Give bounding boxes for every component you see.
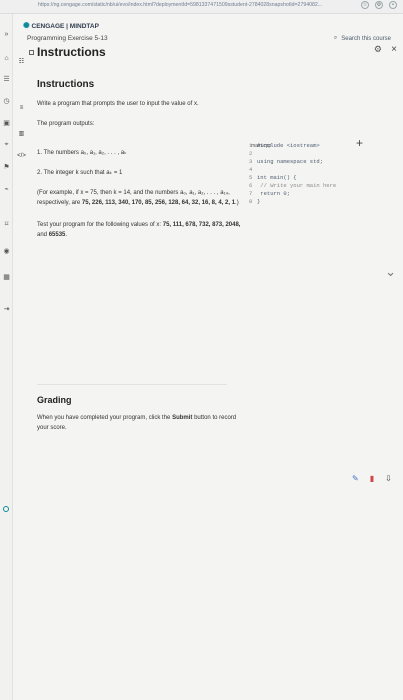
- example-line: (For example, if x = 75, then k = 14, an…: [37, 190, 230, 196]
- editor-actions: ✎ ▮ ⇩: [352, 474, 392, 483]
- cengage-star-icon: ✺: [23, 21, 30, 30]
- section-title: Instructions: [37, 79, 95, 90]
- star-icon[interactable]: ☆: [361, 1, 369, 9]
- document-icon: [29, 50, 34, 55]
- pencil-icon[interactable]: ✎: [352, 474, 359, 483]
- code-line: 8}: [249, 198, 261, 205]
- outputs-text: The program outputs:: [37, 121, 95, 127]
- error-icon[interactable]: ▮: [370, 474, 374, 483]
- arrow-icon[interactable]: ⇥: [2, 304, 11, 313]
- close-icon[interactable]: ×: [391, 44, 397, 55]
- code-line: 1 #include <iostream>: [249, 142, 320, 149]
- activity-tabs: ☷ ≡ ▥ </>: [15, 47, 29, 477]
- account-icon[interactable]: •: [389, 1, 397, 9]
- code-line: 4: [249, 166, 253, 173]
- code-line: 2: [249, 150, 253, 157]
- book-icon[interactable]: ▣: [2, 118, 11, 127]
- tab-chart-icon[interactable]: ▥: [15, 127, 28, 139]
- code-editor[interactable]: 1 #include <iostream> 2 3 using namespace …: [249, 142, 397, 205]
- code-line: 3 using namespace std;: [249, 158, 324, 165]
- example-line: respectively, are 75, 226, 113, 340, 170…: [37, 200, 239, 206]
- flag-icon[interactable]: ⚑: [2, 162, 11, 171]
- home-icon[interactable]: ⌂: [2, 54, 11, 63]
- bookmark-icon[interactable]: ⌑: [2, 219, 11, 228]
- tab-menu-icon[interactable]: ≡: [15, 102, 28, 114]
- browser-actions: ☆ ⚙ •: [361, 1, 397, 9]
- settings-icon[interactable]: ⚙: [375, 1, 383, 9]
- program-title: Programming Exercise 5-13: [27, 35, 108, 42]
- search-icon: ⌕: [333, 35, 338, 41]
- lock-icon[interactable]: ⌁: [2, 184, 11, 193]
- pin-icon[interactable]: ⌖: [2, 140, 11, 149]
- brand-logo[interactable]: ✺ CENGAGE | MINDTAP: [23, 21, 99, 30]
- code-line: 5 int main() {: [249, 174, 297, 181]
- address-bar[interactable]: https://ng.cengage.com/static/nb/ui/evo/…: [38, 2, 322, 8]
- grading-title: Grading: [37, 395, 72, 405]
- info-icon[interactable]: ◉: [2, 246, 11, 255]
- tab-instructions-icon[interactable]: ☷: [15, 55, 28, 67]
- status-dot-icon: [3, 506, 9, 512]
- search-link[interactable]: ⌕ Search this course: [334, 35, 391, 42]
- section-divider: [37, 384, 227, 385]
- clock-icon[interactable]: ◷: [2, 96, 11, 105]
- page-title: Instructions: [37, 45, 106, 59]
- list-item: 1. The numbers a₀, a₁, a₂, . . . , aₖ: [37, 150, 127, 156]
- download-icon[interactable]: ⇩: [385, 474, 392, 483]
- code-line: 7 return 0;: [249, 190, 291, 197]
- left-rail: » ⌂ ☰ ◷ ▣ ⌖ ⚑ ⌁ ⌑ ◉ ▦ ⇥: [0, 14, 13, 700]
- list-item: 2. The integer k such that aₖ = 1: [37, 170, 123, 176]
- chevron-right-icon[interactable]: »: [2, 30, 11, 39]
- gear-icon[interactable]: ⚙: [374, 44, 382, 55]
- intro-text: Write a program that prompts the user to…: [37, 101, 199, 107]
- tab-code-icon[interactable]: </>: [15, 150, 28, 162]
- grid-icon[interactable]: ▦: [2, 272, 11, 281]
- browser-bar: https://ng.cengage.com/static/nb/ui/evo/…: [0, 0, 403, 14]
- code-line: 6 // Write your main here: [249, 182, 337, 189]
- chevron-down-icon[interactable]: ⌄: [385, 264, 396, 280]
- grading-text: When you have completed your program, cl…: [37, 415, 237, 421]
- test-values-line: and 65535.: [37, 232, 68, 238]
- grading-text: your score.: [37, 425, 67, 431]
- menu-icon[interactable]: ☰: [2, 74, 11, 83]
- test-values-line: Test your program for the following valu…: [37, 222, 241, 228]
